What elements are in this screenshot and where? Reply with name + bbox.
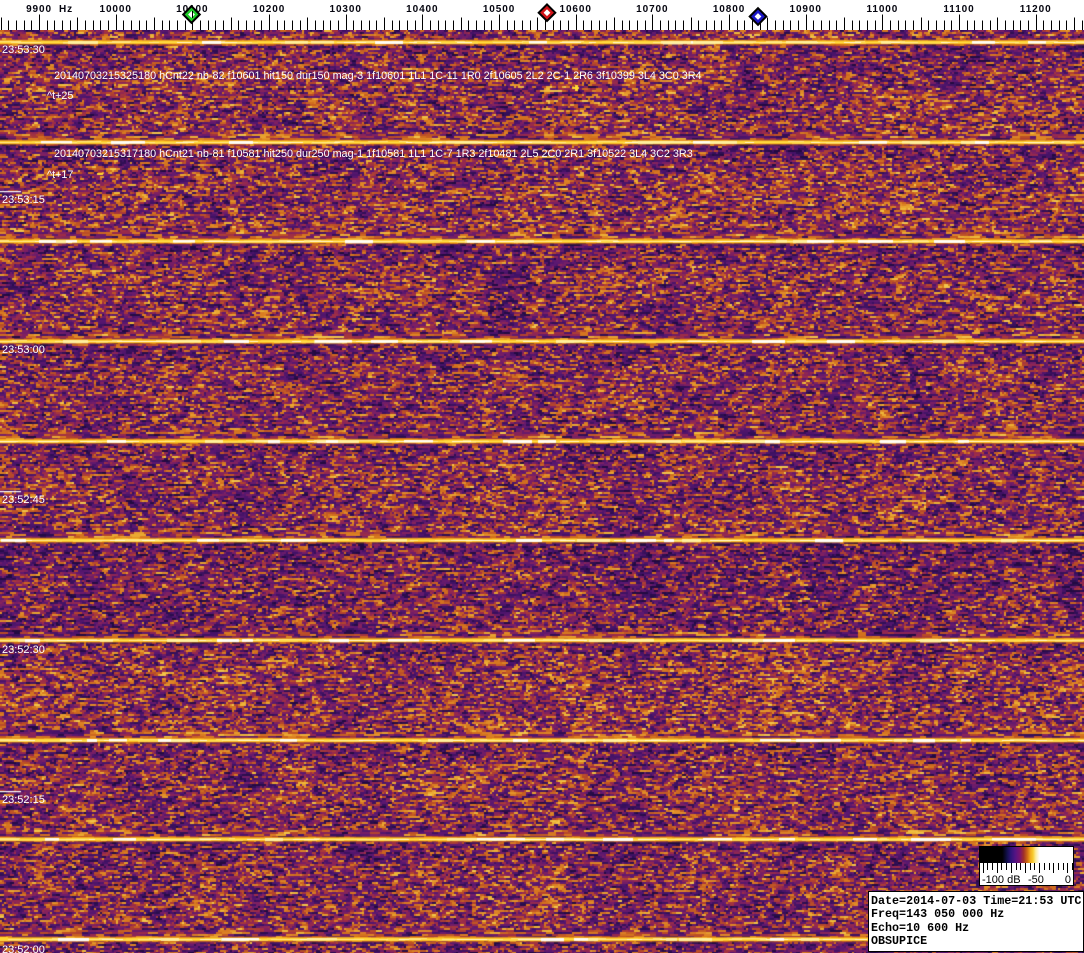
svg-text:10400: 10400 (406, 4, 438, 15)
svg-text:Hz: Hz (59, 4, 73, 15)
svg-text:10000: 10000 (100, 4, 132, 15)
svg-text:10700: 10700 (636, 4, 668, 15)
svg-text:11100: 11100 (943, 4, 974, 15)
svg-text:10600: 10600 (560, 4, 592, 15)
svg-text:11200: 11200 (1020, 4, 1052, 15)
svg-text:10900: 10900 (790, 4, 822, 15)
svg-text:10800: 10800 (713, 4, 745, 15)
svg-text:11000: 11000 (866, 4, 898, 15)
svg-text:10300: 10300 (330, 4, 362, 15)
svg-text:9900: 9900 (26, 4, 52, 15)
svg-text:10200: 10200 (253, 4, 285, 15)
svg-text:10500: 10500 (483, 4, 515, 15)
